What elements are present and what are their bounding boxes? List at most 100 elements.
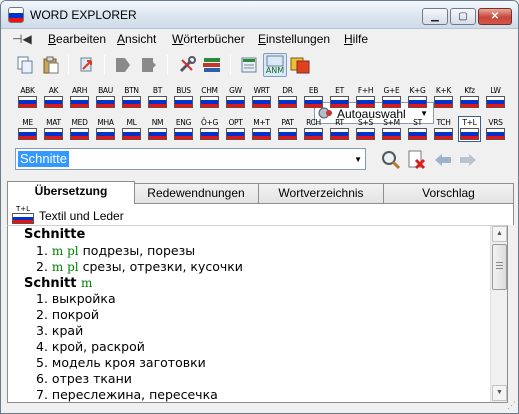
forward-button[interactable] <box>456 148 480 172</box>
menu-einstellungen[interactable]: Einstellungen <box>258 32 330 46</box>
dictionary-button[interactable]: RT <box>328 116 351 142</box>
forward-page-button[interactable] <box>137 53 161 77</box>
flag-icon <box>356 96 375 108</box>
close-button[interactable]: ✕ <box>478 8 512 25</box>
view-list-button[interactable] <box>237 53 261 77</box>
dictionary-code: MAT <box>46 118 61 127</box>
vertical-scrollbar[interactable]: ▲ ▼ <box>490 226 507 402</box>
dictionary-button[interactable]: MED <box>68 116 91 142</box>
dictionary-button[interactable]: ENG <box>172 116 195 142</box>
dictionary-button[interactable]: VRS <box>484 116 507 142</box>
tab-uebersetzung[interactable]: Übersetzung <box>7 181 135 204</box>
dictionary-code: GW <box>229 86 242 95</box>
dictionary-button[interactable]: GW <box>224 84 247 110</box>
dictionary-button[interactable]: S+S <box>354 116 377 142</box>
dictionary-button[interactable]: MHA <box>94 116 117 142</box>
dictionary-code: EB <box>308 86 319 95</box>
tab-wortverzeichnis[interactable]: Wortverzeichnis <box>258 183 384 203</box>
maximize-button[interactable]: ▢ <box>450 8 476 25</box>
dictionary-code: K+G <box>409 86 426 95</box>
tab-vorschlag[interactable]: Vorschlag <box>383 183 514 203</box>
dictionary-button[interactable]: ET <box>328 84 351 110</box>
menu-bearbeiten[interactable]: Bearbeiten <box>48 32 106 46</box>
delete-page-icon <box>408 150 426 170</box>
minimize-button[interactable]: ▁ <box>422 8 448 25</box>
flag-icon <box>122 96 141 108</box>
tools-button[interactable] <box>175 53 199 77</box>
window-title: WORD EXPLORER <box>30 8 137 22</box>
dictionary-button[interactable]: ST <box>406 116 429 142</box>
dictionary-button[interactable]: ME <box>16 116 39 142</box>
dictionary-button[interactable]: M+T <box>250 116 273 142</box>
dictionary-button[interactable]: EB <box>302 84 325 110</box>
anm-icon: ANM <box>266 55 284 75</box>
resize-grip-icon[interactable]: ⋰ <box>507 400 516 411</box>
scroll-up-button[interactable]: ▲ <box>492 226 507 242</box>
flag-icon <box>44 128 63 140</box>
dictionary-button[interactable]: K+K <box>432 84 455 110</box>
dictionary-button[interactable]: BUS <box>172 84 195 110</box>
dictionary-button[interactable]: DR <box>276 84 299 110</box>
dictionary-button[interactable]: S+M <box>380 116 403 142</box>
translation-results[interactable]: Schnitte 1. m pl подрезы, порезы 2. m pl с… <box>7 225 508 403</box>
back-page-button[interactable] <box>111 53 135 77</box>
copy-button[interactable] <box>13 53 37 77</box>
clear-button[interactable] <box>405 148 429 172</box>
pin-icon[interactable]: ⊣◀ <box>12 32 32 46</box>
back-button[interactable] <box>431 148 455 172</box>
dictionary-button[interactable]: K+G <box>406 84 429 110</box>
dictionary-button[interactable]: BTN <box>120 84 143 110</box>
scroll-thumb[interactable] <box>492 244 507 290</box>
dictionary-code: F+H <box>357 86 374 95</box>
flag-icon <box>304 96 323 108</box>
dictionary-button[interactable]: ML <box>120 116 143 142</box>
menu-hilfe[interactable]: Hilfe <box>344 32 368 46</box>
search-input[interactable]: Schnitte ▼ <box>15 148 366 170</box>
title-bar[interactable]: WORD EXPLORER ▁ ▢ ✕ <box>1 1 518 29</box>
flag-icon <box>18 128 37 140</box>
dictionary-button[interactable]: MAT <box>42 116 65 142</box>
dictionary-button[interactable]: BT <box>146 84 169 110</box>
dictionary-button[interactable]: BAU <box>94 84 117 110</box>
sense-item: 5. модель кроя заготовки <box>36 355 206 370</box>
dictionary-category: T+L Textil und Leder <box>7 203 514 225</box>
tab-redewendnungen[interactable]: Redewendnungen <box>133 183 259 203</box>
dictionary-button[interactable]: T+L <box>458 116 481 142</box>
dictionary-button[interactable]: NM <box>146 116 169 142</box>
menu-ansicht[interactable]: Ansicht <box>117 32 156 46</box>
dictionary-button[interactable]: F+H <box>354 84 377 110</box>
search-button[interactable] <box>379 148 403 172</box>
dictionary-button[interactable]: PAT <box>276 116 299 142</box>
list-view-icon <box>241 57 257 73</box>
app-window: WORD EXPLORER ▁ ▢ ✕ ⊣◀ Bearbeiten Ansich… <box>0 0 519 414</box>
swap-button[interactable] <box>75 53 99 77</box>
sense-item: 6. отрез ткани <box>36 371 132 386</box>
flags-button[interactable] <box>288 53 312 77</box>
scroll-down-button[interactable]: ▼ <box>492 385 507 401</box>
flag-icon <box>460 96 479 108</box>
dictionary-button[interactable]: ABK <box>16 84 39 110</box>
magnifier-icon <box>382 151 401 170</box>
dictionary-button[interactable]: G+E <box>380 84 403 110</box>
dictionary-button[interactable]: Ö+G <box>198 116 221 142</box>
dictionary-button[interactable]: RCH <box>302 116 325 142</box>
dictionary-button[interactable]: CHM <box>198 84 221 110</box>
swap-icon <box>80 57 92 72</box>
dictionary-code: BAU <box>98 86 113 95</box>
dictionary-button[interactable]: Kfz <box>458 84 481 110</box>
sense-text: покрой <box>51 307 99 322</box>
paste-button[interactable] <box>39 53 63 77</box>
dictionary-button[interactable]: WRT <box>250 84 273 110</box>
dictionary-button[interactable]: AK <box>42 84 65 110</box>
dictionary-code: Ö+G <box>200 118 219 127</box>
flag-icon <box>226 96 245 108</box>
menu-woerterbuecher[interactable]: Wörterbücher <box>172 32 245 46</box>
page-back-icon <box>116 58 130 72</box>
books-button[interactable] <box>200 53 224 77</box>
dictionary-button[interactable]: TCH <box>432 116 455 142</box>
dictionary-button[interactable]: LW <box>484 84 507 110</box>
anm-button[interactable]: ANM <box>263 53 287 77</box>
dictionary-button[interactable]: ARH <box>68 84 91 110</box>
dictionary-button[interactable]: OPT <box>224 116 247 142</box>
chevron-down-icon[interactable]: ▼ <box>354 155 362 164</box>
